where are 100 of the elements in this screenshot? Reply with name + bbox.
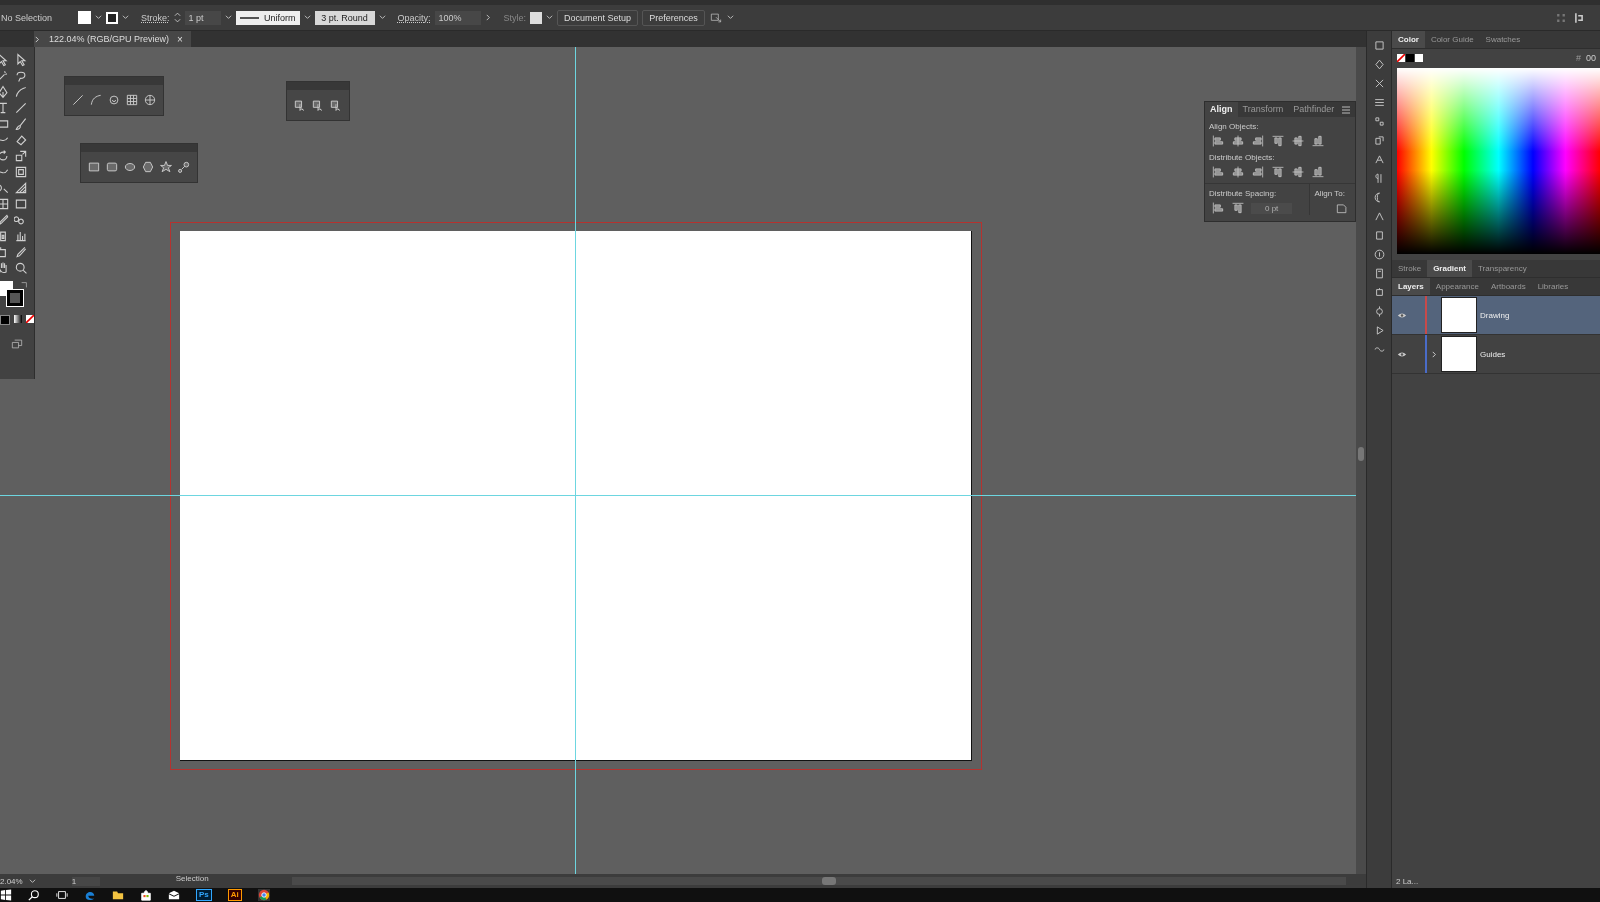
eye-icon[interactable] bbox=[1397, 350, 1407, 358]
arc-icon[interactable] bbox=[89, 93, 103, 107]
panel-tab[interactable]: Gradient bbox=[1427, 260, 1473, 277]
zoom-icon[interactable] bbox=[14, 261, 28, 275]
spiral-icon[interactable] bbox=[107, 93, 121, 107]
caret-icon[interactable] bbox=[224, 14, 232, 21]
panel-tab[interactable]: Appearance bbox=[1429, 278, 1485, 295]
panel-tab[interactable]: Color Guide bbox=[1424, 31, 1480, 48]
color-swatch[interactable] bbox=[1406, 54, 1414, 62]
panel-tab[interactable]: Layers bbox=[1392, 278, 1430, 295]
style-swatch[interactable] bbox=[530, 11, 543, 24]
direct-selection-icon[interactable] bbox=[14, 53, 28, 67]
pen-icon[interactable] bbox=[0, 85, 10, 99]
eraser-icon[interactable] bbox=[14, 133, 28, 147]
document-tab[interactable]: 122.04% (RGB/GPU Preview) × bbox=[34, 31, 191, 47]
browser-icon[interactable] bbox=[84, 889, 96, 901]
polar-grid-icon[interactable] bbox=[143, 93, 157, 107]
slice-icon[interactable] bbox=[14, 245, 28, 259]
rotate-icon[interactable] bbox=[0, 149, 10, 163]
panel-menu-icon[interactable] bbox=[1572, 10, 1586, 25]
panel-tab[interactable]: Pathfinder bbox=[1288, 102, 1340, 117]
rectangle-tool-icon[interactable] bbox=[0, 117, 10, 131]
spacing-field[interactable]: 0 pt bbox=[1251, 202, 1293, 214]
info-icon[interactable] bbox=[1372, 248, 1386, 261]
polygon-icon[interactable] bbox=[141, 160, 155, 174]
windows-start-icon[interactable] bbox=[0, 889, 12, 901]
panel-tab[interactable]: Swatches bbox=[1479, 31, 1527, 48]
scale-icon[interactable] bbox=[14, 149, 28, 163]
mesh-icon[interactable] bbox=[0, 197, 10, 211]
zoom-field[interactable]: 2.04% bbox=[0, 876, 23, 886]
chrome-icon[interactable] bbox=[257, 889, 270, 901]
brush-dropdown[interactable]: 3 pt. Round bbox=[314, 10, 375, 25]
vertical-scrollbar[interactable] bbox=[1356, 47, 1366, 874]
hex-field[interactable]: 00 bbox=[1586, 53, 1596, 63]
caret-icon[interactable] bbox=[726, 14, 734, 21]
canvas-area[interactable]: Align Transform Pathfinder Align Objects: Distribute Objects: Distribute Spacing: 0 pt Align To: bbox=[0, 47, 1356, 874]
caret-icon[interactable] bbox=[122, 14, 130, 21]
caret-icon[interactable] bbox=[303, 14, 311, 21]
curvature-icon[interactable] bbox=[14, 85, 28, 99]
grid-icon[interactable] bbox=[125, 93, 139, 107]
distribute-icon[interactable] bbox=[1231, 201, 1245, 215]
stroke-label[interactable]: Stroke: bbox=[141, 12, 170, 23]
task-view-icon[interactable] bbox=[56, 889, 68, 901]
caret-icon[interactable] bbox=[95, 14, 103, 21]
distribute-icon[interactable] bbox=[1231, 165, 1245, 179]
layer-row[interactable]: Drawing bbox=[1392, 296, 1600, 335]
panel-tab[interactable]: Artboards bbox=[1484, 278, 1532, 295]
chevron-icon[interactable] bbox=[484, 14, 492, 21]
layers-stack-icon[interactable] bbox=[1372, 134, 1386, 147]
chevron-icon[interactable] bbox=[34, 35, 41, 43]
spinner-icon[interactable] bbox=[173, 11, 181, 24]
illustrator-app[interactable]: Ai bbox=[227, 889, 242, 901]
color-mode-icon[interactable] bbox=[0, 315, 10, 325]
line-segment-icon[interactable] bbox=[14, 101, 28, 115]
perspective-grid-icon[interactable] bbox=[14, 181, 28, 195]
lasso-icon[interactable] bbox=[14, 69, 28, 83]
layer-row[interactable]: Guides bbox=[1392, 335, 1600, 374]
bar-graph-icon[interactable] bbox=[14, 229, 28, 243]
photoshop-app[interactable]: Ps bbox=[196, 889, 212, 901]
swap-icon[interactable] bbox=[20, 281, 28, 289]
arrange-icon[interactable] bbox=[708, 10, 723, 25]
stroke-swatch[interactable] bbox=[7, 290, 23, 306]
gradient-mode-icon[interactable] bbox=[14, 315, 22, 323]
type-icon[interactable] bbox=[0, 101, 10, 115]
character-icon[interactable] bbox=[1372, 153, 1386, 166]
panel-tab[interactable]: Libraries bbox=[1531, 278, 1575, 295]
eye-icon[interactable] bbox=[1397, 311, 1407, 319]
panel-tab[interactable]: Color bbox=[1392, 31, 1425, 48]
caret-icon[interactable] bbox=[378, 14, 386, 21]
flare-icon[interactable] bbox=[177, 160, 191, 174]
stroke-profile-dropdown[interactable]: Uniform bbox=[235, 10, 300, 25]
image-trace-icon[interactable] bbox=[311, 98, 325, 112]
horizontal-scrollbar[interactable] bbox=[291, 877, 1346, 885]
toolbar-button[interactable]: Document Setup bbox=[557, 9, 639, 26]
caret-icon[interactable] bbox=[546, 14, 554, 21]
align-to-icon[interactable] bbox=[1335, 201, 1349, 215]
paintbrush-icon[interactable] bbox=[14, 117, 28, 131]
opacity-field[interactable]: 100% bbox=[434, 10, 481, 25]
distribute-icon[interactable] bbox=[1251, 165, 1265, 179]
shopping-bag-icon[interactable] bbox=[140, 889, 152, 901]
distribute-icon[interactable] bbox=[1211, 165, 1225, 179]
color-swatch[interactable] bbox=[1415, 54, 1423, 62]
screen-mode-icon[interactable] bbox=[10, 337, 24, 351]
image-trace-icon[interactable] bbox=[293, 98, 307, 112]
stroke-weight-field[interactable]: 1 pt bbox=[184, 10, 221, 25]
gradient-icon[interactable] bbox=[14, 197, 28, 211]
selection-arrow-icon[interactable] bbox=[0, 53, 10, 67]
panel-tab[interactable]: Transform bbox=[1237, 102, 1289, 117]
toolbar-button[interactable]: Preferences bbox=[642, 9, 705, 26]
opacity-label[interactable]: Opacity: bbox=[397, 12, 431, 23]
distribute-icon[interactable] bbox=[1311, 165, 1325, 179]
color-spectrum[interactable] bbox=[1397, 68, 1600, 254]
none-swatch-icon[interactable] bbox=[1397, 54, 1405, 62]
hand-icon[interactable] bbox=[0, 261, 10, 275]
none-mode-icon[interactable] bbox=[26, 315, 34, 323]
image-trace-icon[interactable] bbox=[329, 98, 343, 112]
close-icon[interactable]: × bbox=[177, 33, 183, 45]
distribute-icon[interactable] bbox=[1271, 165, 1285, 179]
fill-swatch[interactable] bbox=[78, 11, 92, 24]
line-segment-icon[interactable] bbox=[71, 93, 85, 107]
